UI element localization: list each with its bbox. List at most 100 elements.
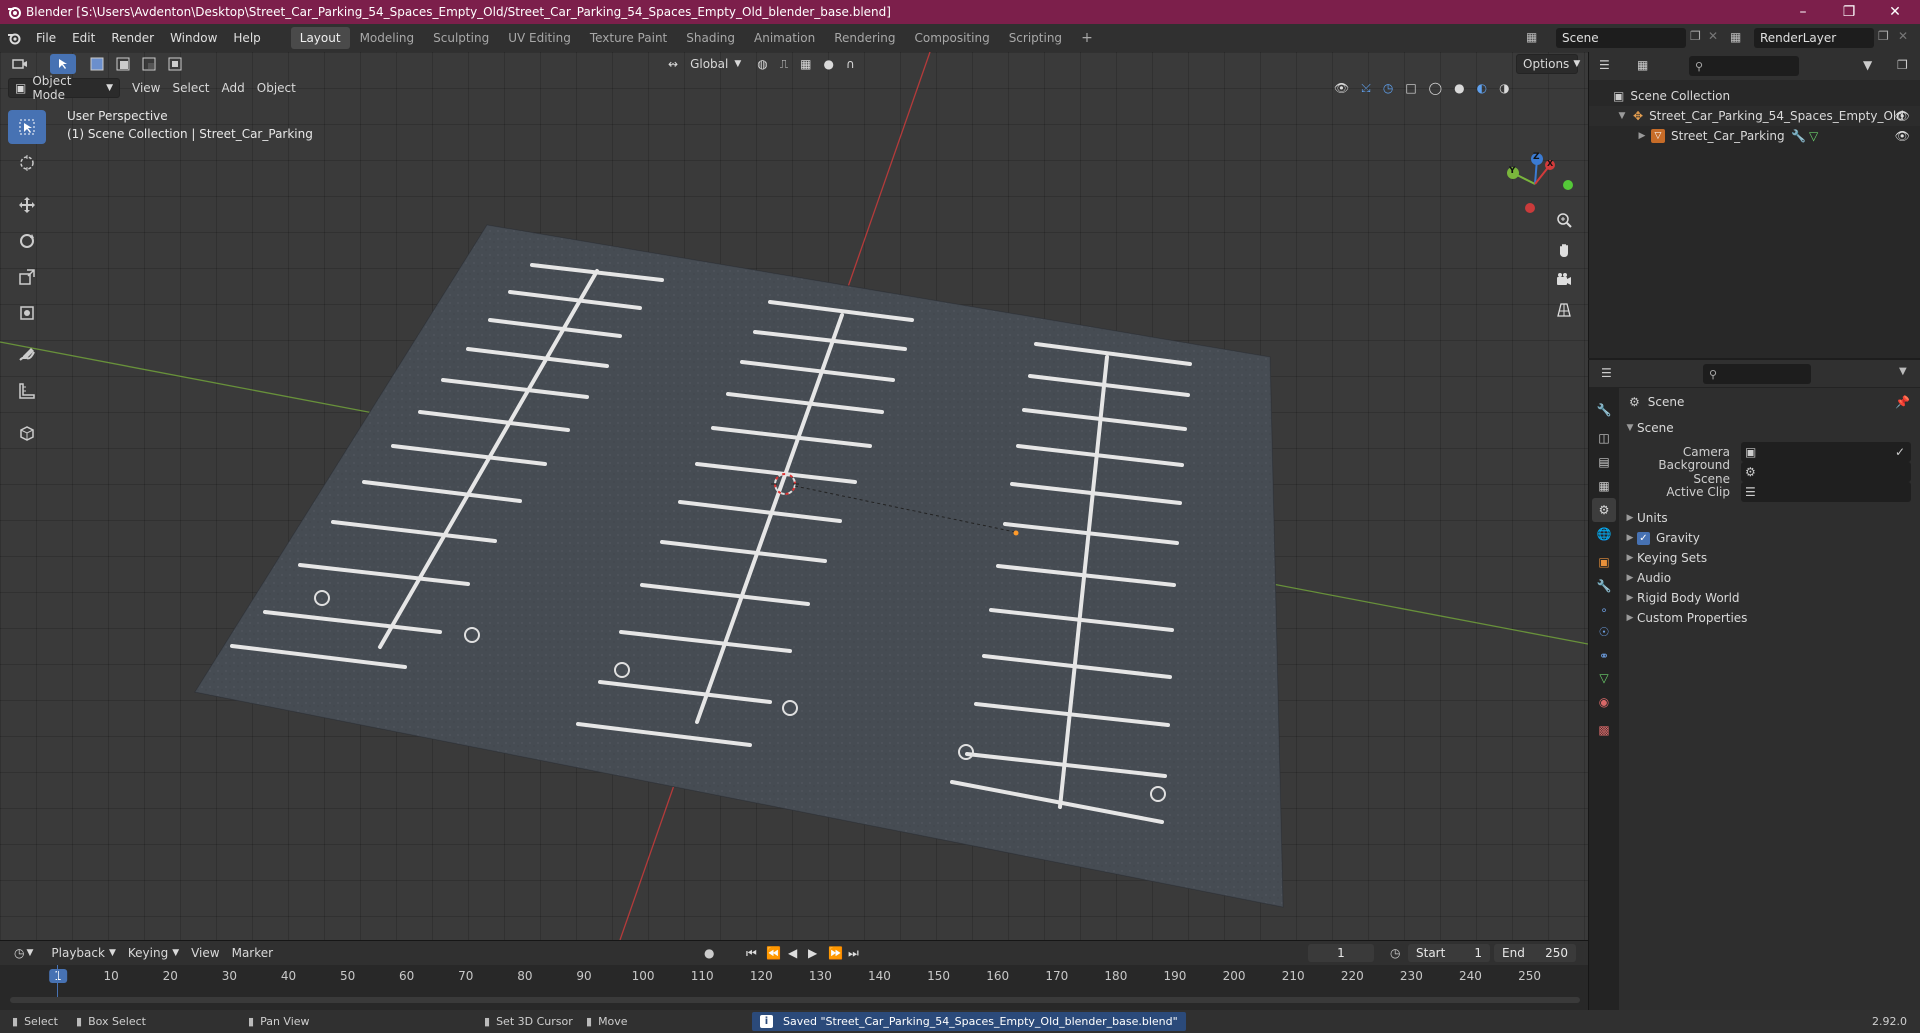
editor-type-icon[interactable] [6, 54, 42, 74]
scene-properties-tab-icon[interactable]: ⚙ [1592, 498, 1616, 522]
end-frame-field[interactable]: End 250 [1494, 944, 1576, 962]
start-frame-field[interactable]: Start 1 [1408, 944, 1490, 962]
collapse-arrow-icon[interactable]: ▶ [1635, 131, 1649, 141]
modifier-properties-tab-icon[interactable]: 🔧 [1592, 574, 1616, 598]
filter-icon[interactable]: ▼ [1863, 58, 1872, 72]
timeline-scrollbar[interactable] [10, 997, 1580, 1003]
proportional-editing-icon[interactable]: ● [818, 54, 840, 74]
tool-scale-icon[interactable] [8, 260, 46, 294]
tab-uv-editing[interactable]: UV Editing [499, 27, 580, 49]
timeline-ruler[interactable]: 1 10 20 30 40 50 60 70 80 90 100 110 120 130 140 150 160… [0, 965, 1588, 987]
timeline-menu-playback[interactable]: Playback ▼ [45, 943, 121, 963]
object-properties-tab-icon[interactable]: ▣ [1592, 550, 1616, 574]
viewport-menu-view[interactable]: View [126, 78, 166, 98]
tab-shading[interactable]: Shading [677, 27, 744, 49]
gravity-checkbox[interactable]: ✓ [1637, 531, 1650, 545]
tab-modeling[interactable]: Modeling [351, 27, 424, 49]
options-dropdown[interactable]: Options ▼ [1516, 54, 1580, 74]
restore-icon[interactable]: ❐ [1826, 0, 1872, 24]
new-collection-icon[interactable]: ❐ [1897, 58, 1908, 72]
zoom-view-icon[interactable] [1550, 206, 1578, 234]
current-frame-field[interactable]: 1 [1308, 944, 1374, 962]
tab-texture-paint[interactable]: Texture Paint [581, 27, 676, 49]
custom-properties-panel-header[interactable]: ▶ Custom Properties [1619, 606, 1920, 630]
delete-view-layer-icon[interactable]: ✕ [1898, 29, 1908, 43]
overlay-toggle-icon[interactable]: ◷ [1377, 78, 1399, 98]
view-layer-tab-icon[interactable]: ▦ [1592, 474, 1616, 498]
timeline-menu-keying[interactable]: Keying ▼ [122, 943, 185, 963]
scene-panel-header[interactable]: ▼ Scene [1619, 416, 1920, 440]
tab-sculpting[interactable]: Sculpting [424, 27, 498, 49]
tool-annotate-icon[interactable] [8, 338, 46, 372]
viewport-menu-select[interactable]: Select [166, 78, 215, 98]
outliner-row-collection[interactable]: ▼ ✥ Street_Car_Parking_54_Spaces_Empty_O… [1589, 106, 1920, 126]
3d-viewport[interactable]: Y Z X ↭ Global ▼ ◍ ⎍ ▦ ● ∩ Options ▼ ▣ O… [0, 52, 1588, 940]
active-clip-field[interactable]: ☰ [1741, 482, 1911, 502]
output-properties-tab-icon[interactable]: ▤ [1592, 450, 1616, 474]
timeline-menu-view[interactable]: View [185, 943, 225, 963]
gizmo-toggle-icon[interactable]: ⤩ [1355, 78, 1377, 98]
auto-keying-icon[interactable]: ● [704, 946, 714, 960]
jump-next-keyframe-icon[interactable]: ⏩ [828, 946, 843, 960]
delete-scene-icon[interactable]: ✕ [1708, 29, 1718, 43]
shading-wireframe-icon[interactable]: ◯ [1423, 78, 1448, 98]
tool-add-cube-icon[interactable] [8, 416, 46, 450]
tool-properties-tab-icon[interactable]: 🔧 [1592, 398, 1616, 422]
constraints-tab-icon[interactable]: ⚭ [1592, 644, 1616, 668]
menu-window[interactable]: Window [162, 27, 225, 49]
tab-compositing[interactable]: Compositing [905, 27, 998, 49]
outliner-search-input[interactable]: ⚲ [1689, 56, 1799, 76]
viewport-menu-add[interactable]: Add [216, 78, 251, 98]
menu-file[interactable]: File [28, 27, 64, 49]
menu-help[interactable]: Help [225, 27, 268, 49]
expand-arrow-icon[interactable]: ▼ [1615, 111, 1629, 121]
proportional-falloff-icon[interactable]: ∩ [840, 54, 861, 74]
tool-rotate-icon[interactable] [8, 224, 46, 258]
material-tab-icon[interactable]: ◉ [1592, 690, 1616, 714]
background-scene-field[interactable]: ⚙ [1741, 462, 1911, 482]
perspective-toggle-icon[interactable] [1550, 296, 1578, 324]
shading-solid-icon[interactable]: ● [1448, 78, 1470, 98]
particles-tab-icon[interactable]: ∘ [1592, 598, 1616, 622]
play-icon[interactable]: ▶ [808, 946, 817, 960]
select-mode-extend-icon[interactable] [110, 54, 136, 74]
select-tool-icon[interactable] [50, 54, 76, 74]
scene-field[interactable]: Scene [1556, 28, 1686, 48]
pivot-point-icon[interactable]: ◍ [751, 54, 773, 74]
scene-browse-icon[interactable]: ▦ [1526, 30, 1537, 44]
shading-material-icon[interactable]: ◐ [1471, 78, 1493, 98]
new-scene-icon[interactable]: ❐ [1690, 29, 1701, 43]
snap-target-icon[interactable]: ▦ [794, 54, 817, 74]
minimize-icon[interactable]: – [1780, 0, 1826, 24]
outliner-row-mesh[interactable]: ▶ ▽ Street_Car_Parking 🔧 ▽ 👁 [1589, 126, 1920, 146]
view-layer-browse-icon[interactable]: ▦ [1730, 30, 1741, 44]
tab-layout[interactable]: Layout [290, 27, 350, 49]
camera-view-icon[interactable] [1550, 266, 1578, 294]
snap-icon[interactable]: ⎍ [774, 54, 794, 74]
tool-move-icon[interactable] [8, 188, 46, 222]
display-mode-icon[interactable]: ▦ [1637, 58, 1648, 72]
viewport-menu-object[interactable]: Object [251, 78, 302, 98]
new-view-layer-icon[interactable]: ❐ [1878, 29, 1889, 43]
transform-orientation-icon[interactable]: ↭ [662, 54, 684, 74]
timeline-menu-marker[interactable]: Marker [226, 943, 279, 963]
tab-animation[interactable]: Animation [745, 27, 824, 49]
properties-options-icon[interactable]: ▼ [1899, 366, 1907, 377]
play-reverse-icon[interactable]: ◀ [788, 946, 797, 960]
texture-tab-icon[interactable]: ▩ [1592, 718, 1616, 742]
object-mode-dropdown[interactable]: ▣ Object Mode ▼ [8, 74, 120, 102]
add-workspace-icon[interactable]: + [1072, 27, 1102, 49]
outliner-row-scene-collection[interactable]: ▣ Scene Collection [1589, 86, 1920, 106]
visibility-eye-icon[interactable]: 👁 [1895, 109, 1910, 123]
tool-select-box-icon[interactable] [8, 110, 46, 144]
tool-measure-icon[interactable] [8, 374, 46, 408]
blender-menu-icon[interactable] [0, 31, 28, 45]
view-layer-field[interactable]: RenderLayer [1754, 28, 1874, 48]
outliner-editor-type-icon[interactable]: ☰ [1599, 58, 1610, 72]
physics-tab-icon[interactable]: ☉ [1592, 620, 1616, 644]
tab-rendering[interactable]: Rendering [825, 27, 904, 49]
transform-orientation-dropdown[interactable]: Global ▼ [684, 54, 747, 74]
world-properties-tab-icon[interactable]: 🌐 [1592, 522, 1616, 546]
camera-field[interactable]: ▣ ✓ [1741, 442, 1911, 462]
pan-view-icon[interactable] [1550, 236, 1578, 264]
